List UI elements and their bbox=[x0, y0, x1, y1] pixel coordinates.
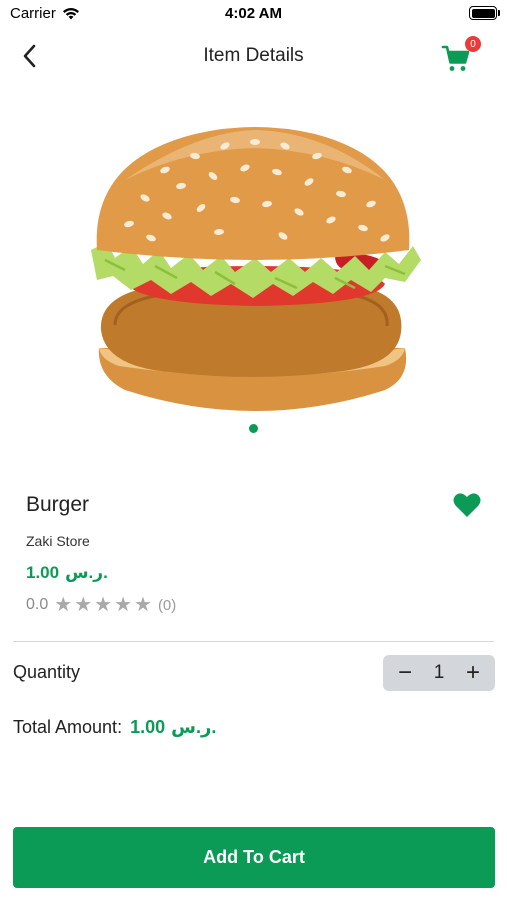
total-row: Total Amount: 1.00 ر.س. bbox=[13, 717, 216, 738]
quantity-stepper: − 1 + bbox=[383, 655, 495, 691]
decrement-button[interactable]: − bbox=[395, 661, 415, 685]
favorite-button[interactable] bbox=[453, 492, 481, 518]
status-bar: Carrier 4:02 AM bbox=[0, 0, 507, 28]
price-currency: ر.س. bbox=[65, 563, 108, 582]
cart-button[interactable]: 0 bbox=[439, 36, 481, 74]
divider bbox=[13, 641, 494, 642]
nav-bar: Item Details 0 bbox=[0, 28, 507, 84]
burger-image bbox=[91, 127, 421, 411]
store-name[interactable]: Zaki Store bbox=[26, 533, 90, 549]
add-to-cart-button[interactable]: Add To Cart bbox=[13, 827, 495, 888]
product-price: 1.00 ر.س. bbox=[26, 563, 108, 583]
product-image-gallery[interactable] bbox=[0, 100, 507, 445]
battery-icon bbox=[469, 6, 500, 20]
review-count: (0) bbox=[157, 596, 177, 614]
star-icon: ★ bbox=[114, 594, 132, 616]
total-value: 1.00 ر.س. bbox=[130, 717, 216, 738]
rating-row: 0.0 ★ ★ ★ ★ ★ (0) bbox=[26, 595, 176, 615]
star-icon: ★ bbox=[94, 594, 113, 616]
cart-badge: 0 bbox=[465, 36, 481, 52]
product-name: Burger bbox=[26, 493, 90, 516]
increment-button[interactable]: + bbox=[463, 661, 483, 685]
star-icon: ★ bbox=[134, 594, 152, 616]
total-amount: 1.00 bbox=[130, 717, 166, 737]
page-indicator-dot[interactable] bbox=[249, 424, 258, 433]
page-title: Item Details bbox=[203, 45, 304, 66]
rating-stars: ★ ★ ★ ★ ★ bbox=[54, 595, 152, 615]
rating-value: 0.0 bbox=[26, 596, 49, 613]
total-currency: ر.س. bbox=[171, 717, 217, 737]
status-time: 4:02 AM bbox=[225, 5, 282, 22]
price-amount: 1.00 bbox=[26, 563, 60, 582]
quantity-label: Quantity bbox=[13, 662, 81, 682]
star-icon: ★ bbox=[54, 594, 73, 616]
total-label: Total Amount: bbox=[13, 717, 123, 737]
quantity-value: 1 bbox=[433, 662, 445, 683]
heart-icon bbox=[453, 493, 481, 517]
star-icon: ★ bbox=[74, 594, 93, 616]
